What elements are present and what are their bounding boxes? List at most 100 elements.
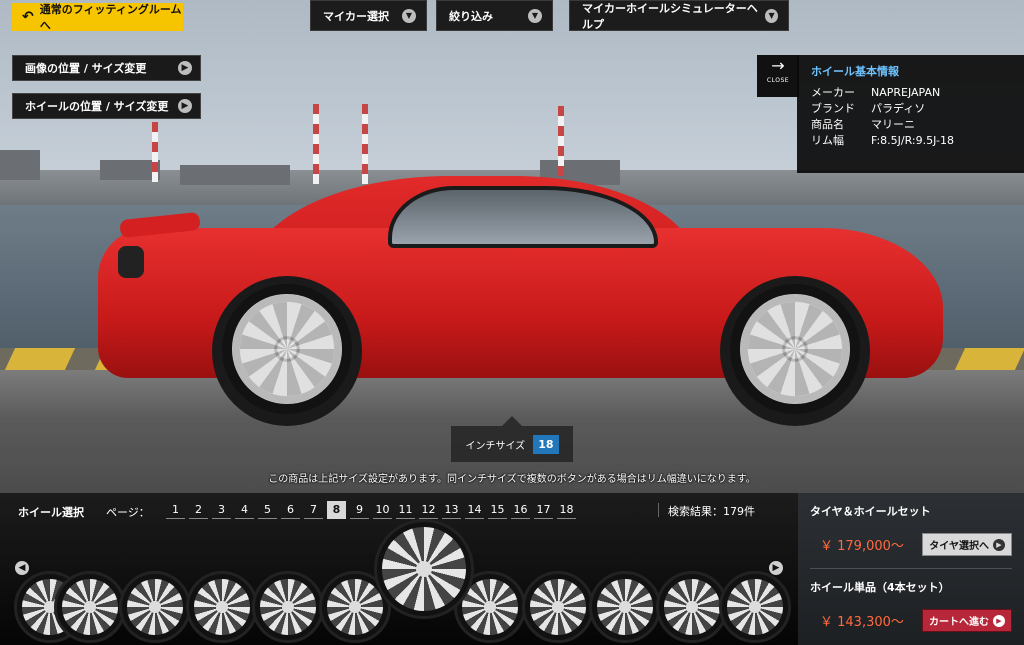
divider [810,568,1012,569]
info-row: 商品名 マリーニ [811,117,1010,133]
chevron-down-icon: ▼ [528,8,542,23]
go-to-cart-button[interactable]: カートへ進む ▶ [922,609,1012,632]
wheel-thumbnail-strip [14,519,791,643]
wheel-icon [194,579,250,635]
wheel-select-label: ホイール選択 [18,506,84,519]
chevron-down-icon: ▼ [765,8,778,23]
page-link[interactable]: 1 [166,501,185,519]
page-link[interactable]: 15 [488,501,507,519]
page-link[interactable]: 12 [419,501,438,519]
info-key: リム幅 [811,134,844,147]
wheel-icon [727,579,783,635]
info-title: ホイール基本情報 [811,65,899,78]
back-button-label: 通常のフィッティングルームへ [39,3,182,32]
help-menu[interactable]: マイカーホイールシミュレーターヘルプ ▼ [569,0,789,31]
page-link[interactable]: 13 [442,501,461,519]
page-link[interactable]: 14 [465,501,484,519]
tire-select-button[interactable]: タイヤ選択へ ▶ [922,533,1012,556]
u-turn-icon: ↶ [22,9,34,25]
inch-size-selector: インチサイズ 18 [451,416,573,462]
wheel-thumbnail[interactable] [186,571,258,643]
front-wheel-rim [740,294,850,404]
curb-stripe [954,348,1024,370]
page-link[interactable]: 5 [258,501,277,519]
selected-wheel-thumbnail[interactable] [374,519,474,619]
side-button-label: ホイールの位置 / サイズ変更 [25,100,169,113]
car-taillight [118,246,144,278]
image-position-size-button[interactable]: 画像の位置 / サイズ変更 ▶ [12,55,201,81]
wheel-icon [260,579,316,635]
page-link[interactable]: 17 [534,501,553,519]
info-key: 商品名 [811,118,844,131]
wheel-thumbnail[interactable] [119,571,191,643]
front-wheel[interactable] [730,284,860,414]
purchase-panel: タイヤ＆ホイールセット ￥ 179,000〜 タイヤ選択へ ▶ ホイール単品（4… [798,493,1024,645]
info-value: NAPREJAPAN [871,86,941,99]
page-link[interactable]: 18 [557,501,576,519]
back-to-fitting-room-button[interactable]: ↶ 通常のフィッティングルームへ [12,3,183,32]
info-key: ブランド [811,102,855,115]
rear-wheel[interactable] [222,284,352,414]
chevron-down-icon: ▼ [402,8,416,23]
size-notice: この商品は上記サイズ設定があります。同インチサイズで複数のボタンがある場合はリム… [268,474,756,485]
search-results-count: 検索結果：179件 [658,503,755,518]
page-link[interactable]: 7 [304,501,323,519]
my-car-select-menu[interactable]: マイカー選択 ▼ [310,0,427,31]
wheel-thumbnail[interactable] [54,571,126,643]
wheel-position-size-button[interactable]: ホイールの位置 / サイズ変更 ▶ [12,93,201,119]
page-link[interactable]: 16 [511,501,530,519]
info-value: F:8.5J/R:9.5J-18 [871,134,954,147]
wheel-icon [530,579,586,635]
wheel-selector-panel: ホイール選択 ページ： 1 2 3 4 5 6 7 8 9 10 11 12 13 14 15 16 17 18 … [0,493,798,645]
arrow-right-icon: → [771,56,785,75]
chevron-right-icon: ▶ [178,99,192,113]
inch-size-button[interactable]: 18 [533,434,559,454]
menu-label: 絞り込み [449,9,493,23]
info-close-button[interactable]: → CLOSE [757,55,799,97]
wheel-icon [62,579,118,635]
wheel-icon [327,579,383,635]
chimney [558,106,564,176]
info-key: メーカー [811,86,855,99]
wheel-only-title: ホイール単品（4本セット） [810,581,950,594]
wheel-icon [597,579,653,635]
close-label: CLOSE [766,77,790,84]
tire-wheel-set-title: タイヤ＆ホイールセット [810,505,931,518]
go-to-cart-label: カートへ進む [929,617,989,628]
menu-label: マイカー選択 [323,9,389,23]
rear-wheel-rim [232,294,342,404]
filter-menu[interactable]: 絞り込み ▼ [436,0,553,31]
page-link[interactable]: 11 [396,501,415,519]
menu-label: マイカーホイールシミュレーターヘルプ [582,1,758,31]
info-row: メーカー NAPREJAPAN [811,85,1010,101]
chevron-right-icon: ▶ [993,538,1005,551]
tire-select-label: タイヤ選択へ [929,541,989,552]
side-button-label: 画像の位置 / サイズ変更 [25,62,147,75]
wheel-info-panel: ホイール基本情報 メーカー NAPREJAPAN ブランド パラディソ 商品名 マリー… [797,55,1024,173]
curb-stripe [4,348,76,370]
chevron-right-icon: ▶ [178,61,192,75]
set-price: ￥ 179,000〜 [820,539,904,554]
page-link[interactable]: 3 [212,501,231,519]
red-sports-car [98,168,948,426]
page-label: ページ： [106,506,150,519]
wheel-thumbnail[interactable] [719,571,791,643]
chevron-right-icon: ▶ [993,614,1005,627]
page-link[interactable]: 10 [373,501,392,519]
wheel-thumbnail[interactable] [252,571,324,643]
pagination: 1 2 3 4 5 6 7 8 9 10 11 12 13 14 15 16 17 18 [166,501,576,519]
wheel-thumbnail[interactable] [589,571,661,643]
page-link[interactable]: 6 [281,501,300,519]
page-link[interactable]: 2 [189,501,208,519]
info-row: リム幅 F:8.5J/R:9.5J-18 [811,133,1010,149]
wheel-icon [664,579,720,635]
inch-size-label: インチサイズ [465,440,526,452]
info-value: マリーニ [871,118,915,131]
page-link[interactable]: 8 [327,501,346,519]
wheel-thumbnail[interactable] [656,571,728,643]
page-link[interactable]: 4 [235,501,254,519]
page-link[interactable]: 9 [350,501,369,519]
wheel-icon [382,527,466,611]
wheel-thumbnail[interactable] [522,571,594,643]
single-price: ￥ 143,300〜 [820,615,904,630]
